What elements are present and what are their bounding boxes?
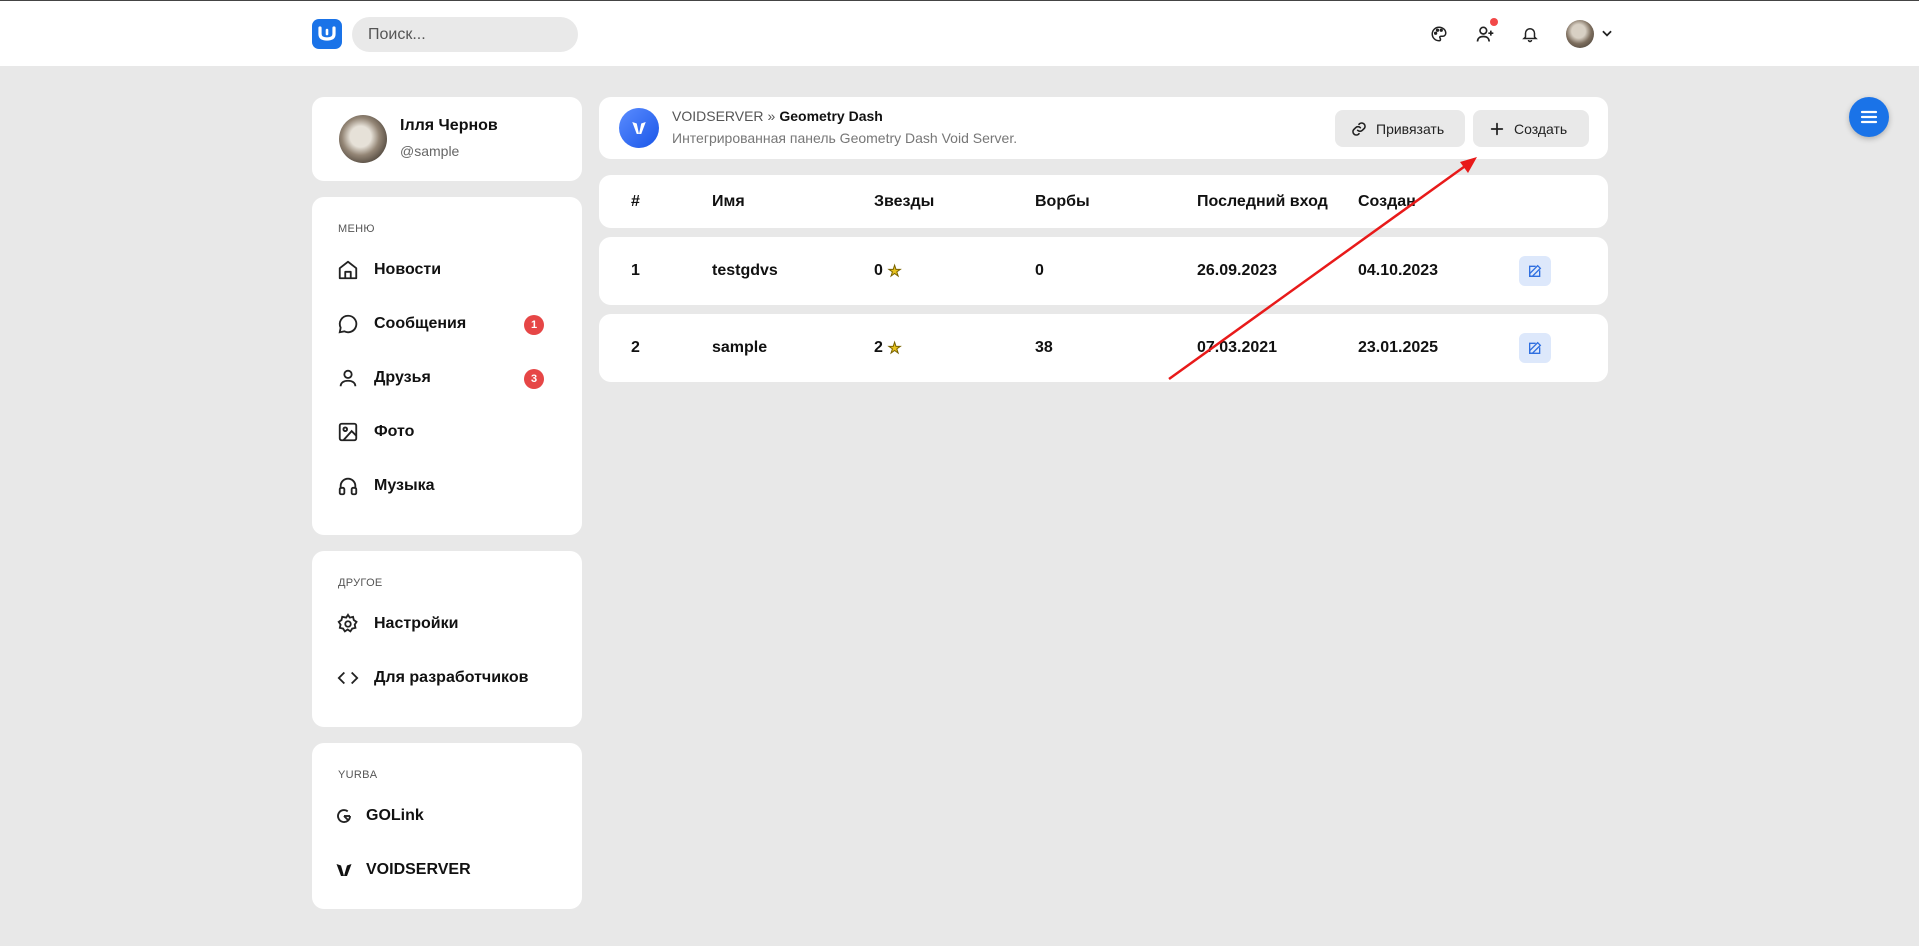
- column-header: Звезды: [874, 193, 935, 210]
- headphones-icon: [330, 474, 366, 498]
- sidebar-item-label: Музыка: [374, 477, 435, 494]
- yurba-section-title: YURBA: [338, 769, 378, 781]
- edit-button[interactable]: [1519, 333, 1551, 363]
- row-name: sample: [712, 339, 768, 356]
- golink-icon: [330, 804, 358, 828]
- table-row: 1 testgdvs 0 ★ 0 26.09.2023 04.10.2023: [599, 237, 1608, 305]
- edit-icon: [1529, 264, 1542, 277]
- sidebar-item-label: Фото: [374, 423, 415, 440]
- star-icon: ★: [887, 340, 902, 358]
- chat-icon: [330, 312, 366, 336]
- stars-value: 2: [874, 339, 883, 356]
- user-avatar[interactable]: [1566, 20, 1594, 48]
- sidebar-item-news[interactable]: Новости: [330, 249, 564, 291]
- sidebar-item-developers[interactable]: Для разработчиков: [330, 657, 564, 699]
- bell-icon[interactable]: [1518, 22, 1542, 46]
- row-number: 1: [631, 262, 640, 279]
- unread-badge: 1: [524, 315, 544, 335]
- create-button-label: Создать: [1514, 120, 1568, 137]
- other-card: ДРУГОЕ Настройки Для разработчиков: [312, 551, 582, 727]
- sidebar-item-voidserver[interactable]: VOIDSERVER: [330, 849, 564, 891]
- sidebar-item-label: VOIDSERVER: [366, 861, 471, 878]
- gear-icon: [330, 612, 366, 636]
- profile-avatar: [339, 115, 387, 163]
- other-section-title: ДРУГОЕ: [338, 577, 383, 589]
- code-icon: [330, 666, 366, 690]
- sidebar-item-photos[interactable]: Фото: [330, 411, 564, 453]
- row-vorbs: 38: [1035, 339, 1053, 356]
- row-stars: 0 ★: [874, 262, 902, 281]
- friends-badge: 3: [524, 369, 544, 389]
- row-name: testgdvs: [712, 262, 778, 279]
- profile-name: Ілля Чернов: [400, 117, 498, 134]
- yurba-card: YURBA GOLink VOIDSERVER: [312, 743, 582, 909]
- sidebar-item-settings[interactable]: Настройки: [330, 603, 564, 645]
- create-button[interactable]: Создать: [1473, 110, 1589, 147]
- sidebar-item-label: Сообщения: [374, 315, 467, 332]
- plus-icon: [1490, 122, 1504, 135]
- breadcrumb-current: Geometry Dash: [779, 108, 883, 124]
- row-last-login: 26.09.2023: [1197, 262, 1278, 279]
- sidebar-item-music[interactable]: Музыка: [330, 465, 564, 507]
- table-row: 2 sample 2 ★ 38 07.03.2021 23.01.2025: [599, 314, 1608, 382]
- image-icon: [330, 420, 366, 444]
- column-header: #: [631, 193, 640, 210]
- table-header: # Имя Звезды Ворбы Последний вход Создан: [599, 175, 1608, 228]
- stars-value: 0: [874, 262, 883, 279]
- row-vorbs: 0: [1035, 262, 1044, 279]
- profile-card[interactable]: Ілля Чернов @sample: [312, 97, 582, 181]
- column-header: Создан: [1358, 193, 1416, 210]
- chevron-down-icon[interactable]: [1600, 26, 1616, 42]
- row-last-login: 07.03.2021: [1197, 339, 1278, 356]
- edit-icon: [1529, 341, 1542, 354]
- sidebar-item-label: Новости: [374, 261, 442, 278]
- page-subtitle: Интегрированная панель Geometry Dash Voi…: [672, 130, 1018, 146]
- sidebar-item-friends[interactable]: Друзья 3: [330, 357, 564, 399]
- user-icon: [330, 366, 366, 390]
- sidebar-item-label: GOLink: [366, 807, 424, 824]
- breadcrumb: VOIDSERVER» Geometry Dash: [672, 108, 883, 124]
- link-button-label: Привязать: [1376, 120, 1445, 137]
- sidebar-item-label: Друзья: [374, 369, 431, 386]
- sidebar-item-golink[interactable]: GOLink: [330, 795, 564, 837]
- breadcrumb-root[interactable]: VOIDSERVER: [672, 108, 764, 124]
- star-icon: ★: [887, 263, 902, 281]
- notification-dot: [1490, 18, 1498, 26]
- voidserver-logo-icon: [619, 108, 659, 148]
- row-stars: 2 ★: [874, 339, 902, 358]
- column-header: Ворбы: [1035, 193, 1090, 210]
- palette-icon[interactable]: [1427, 22, 1451, 46]
- breadcrumb-separator: »: [767, 108, 776, 124]
- edit-button[interactable]: [1519, 256, 1551, 286]
- menu-section-title: МЕНЮ: [338, 223, 375, 235]
- hamburger-menu-button[interactable]: [1849, 97, 1889, 137]
- row-created: 04.10.2023: [1358, 262, 1439, 279]
- sidebar-item-messages[interactable]: Сообщения 1: [330, 303, 564, 345]
- menu-card: МЕНЮ Новости Сообщения 1 Друзья 3 Фото М…: [312, 197, 582, 535]
- link-icon: [1352, 121, 1366, 136]
- voidserver-icon: [330, 858, 358, 882]
- add-friend-icon[interactable]: [1473, 18, 1498, 46]
- row-created: 23.01.2025: [1358, 339, 1439, 356]
- sidebar-item-label: Для разработчиков: [374, 669, 529, 686]
- link-button[interactable]: Привязать: [1335, 110, 1465, 147]
- search-input[interactable]: [352, 17, 578, 52]
- home-icon: [330, 258, 366, 282]
- row-number: 2: [631, 339, 640, 356]
- top-bar: [0, 0, 1919, 66]
- column-header: Имя: [712, 193, 745, 210]
- column-header: Последний вход: [1197, 193, 1328, 210]
- hamburger-icon: [1860, 110, 1878, 124]
- yurba-logo-icon[interactable]: [312, 19, 342, 49]
- page-header: VOIDSERVER» Geometry Dash Интегрированная…: [599, 97, 1608, 159]
- sidebar-item-label: Настройки: [374, 615, 459, 632]
- profile-handle: @sample: [400, 143, 460, 159]
